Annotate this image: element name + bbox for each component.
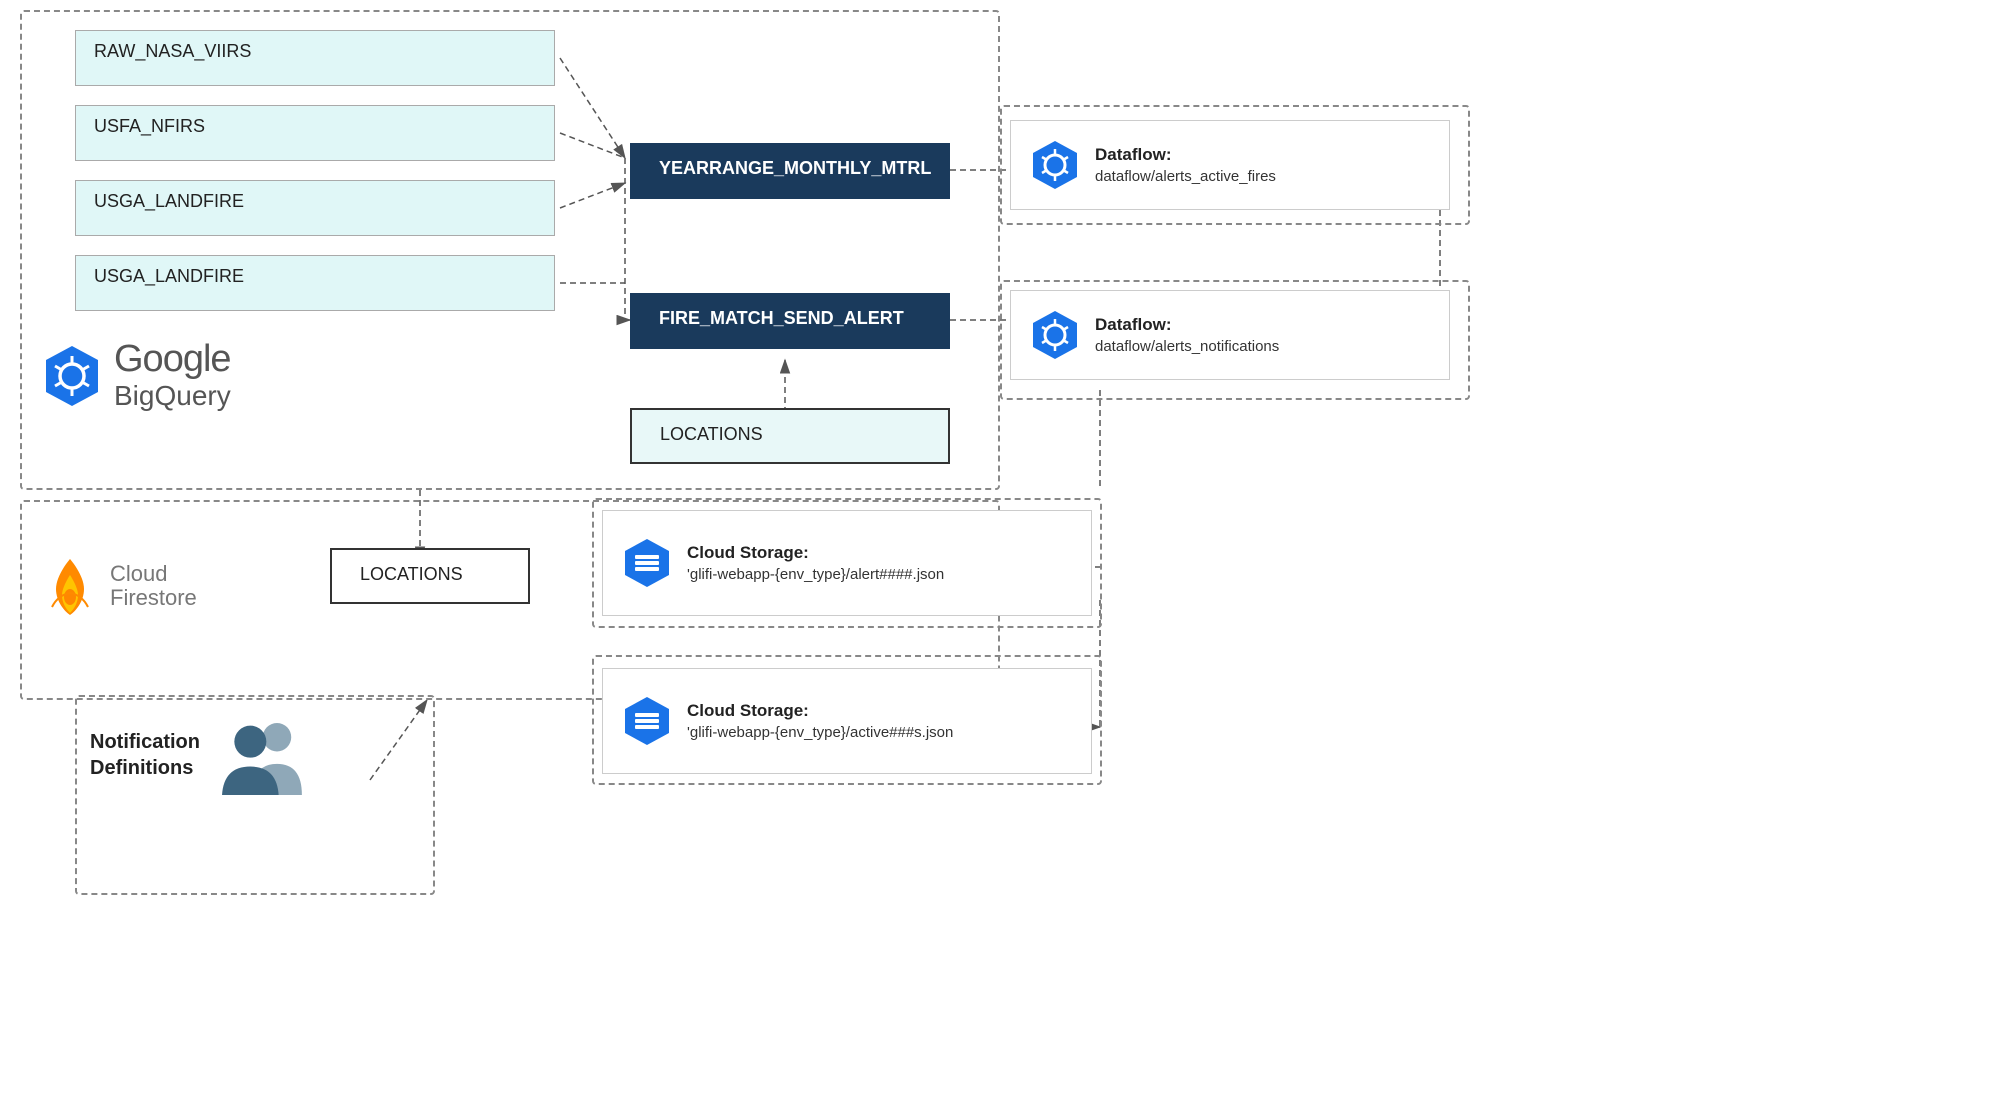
yearrange-box: YEARRANGE_MONTHLY_MTRL (630, 143, 950, 199)
dataflow-bottom-box: Dataflow: dataflow/alerts_notifications (1010, 290, 1450, 380)
firestore-icon (40, 555, 100, 619)
usfa-nfirs-box: USFA_NFIRS (75, 105, 555, 161)
usga-landfire2-box: USGA_LANDFIRE (75, 255, 555, 311)
notification-box: Notification Definitions (90, 715, 306, 795)
storage-top-icon (621, 537, 673, 589)
locations-bq-box: LOCATIONS (630, 408, 950, 464)
users-icon (216, 715, 306, 795)
dataflow-bottom-icon (1029, 309, 1081, 361)
dataflow-top-title: Dataflow: (1095, 145, 1276, 165)
notification-title-line1: Notification (90, 731, 200, 753)
storage-bottom-path: 'glifi-webapp-{env_type}/active###s.json (687, 724, 953, 741)
google-text: Google (114, 340, 231, 378)
cloud-text: Cloud (110, 563, 197, 585)
bigquery-text: BigQuery (114, 380, 231, 412)
storage-bottom-title: Cloud Storage: (687, 701, 953, 721)
raw-nasa-label: RAW_NASA_VIIRS (94, 41, 251, 61)
dataflow-bottom-path: dataflow/alerts_notifications (1095, 338, 1279, 355)
firestore-logo: Cloud Firestore (40, 555, 197, 619)
locations-bq-label: LOCATIONS (660, 424, 763, 444)
diagram-container: RAW_NASA_VIIRS USFA_NFIRS USGA_LANDFIRE … (0, 0, 2000, 1118)
storage-top-title: Cloud Storage: (687, 543, 944, 563)
firestore-text: Firestore (110, 585, 197, 611)
storage-bottom-box: Cloud Storage: 'glifi-webapp-{env_type}/… (602, 668, 1092, 774)
yearrange-label: YEARRANGE_MONTHLY_MTRL (659, 158, 931, 178)
locations-fs-label: LOCATIONS (360, 564, 463, 584)
fire-match-box: FIRE_MATCH_SEND_ALERT (630, 293, 950, 349)
usga-landfire2-label: USGA_LANDFIRE (94, 266, 244, 286)
dataflow-top-box: Dataflow: dataflow/alerts_active_fires (1010, 120, 1450, 210)
dataflow-top-path: dataflow/alerts_active_fires (1095, 168, 1276, 185)
bigquery-logo: Google BigQuery (40, 340, 231, 412)
dataflow-bottom-title: Dataflow: (1095, 315, 1279, 335)
bigquery-icon (40, 344, 104, 408)
storage-top-box: Cloud Storage: 'glifi-webapp-{env_type}/… (602, 510, 1092, 616)
storage-top-path: 'glifi-webapp-{env_type}/alert####.json (687, 566, 944, 583)
raw-nasa-viirs-box: RAW_NASA_VIIRS (75, 30, 555, 86)
usfa-nfirs-label: USFA_NFIRS (94, 116, 205, 136)
storage-bottom-icon (621, 695, 673, 747)
notification-title-line2: Definitions (90, 757, 193, 779)
locations-fs-box: LOCATIONS (330, 548, 530, 604)
usga-landfire1-box: USGA_LANDFIRE (75, 180, 555, 236)
usga-landfire1-label: USGA_LANDFIRE (94, 191, 244, 211)
dataflow-top-icon (1029, 139, 1081, 191)
fire-match-label: FIRE_MATCH_SEND_ALERT (659, 308, 904, 328)
